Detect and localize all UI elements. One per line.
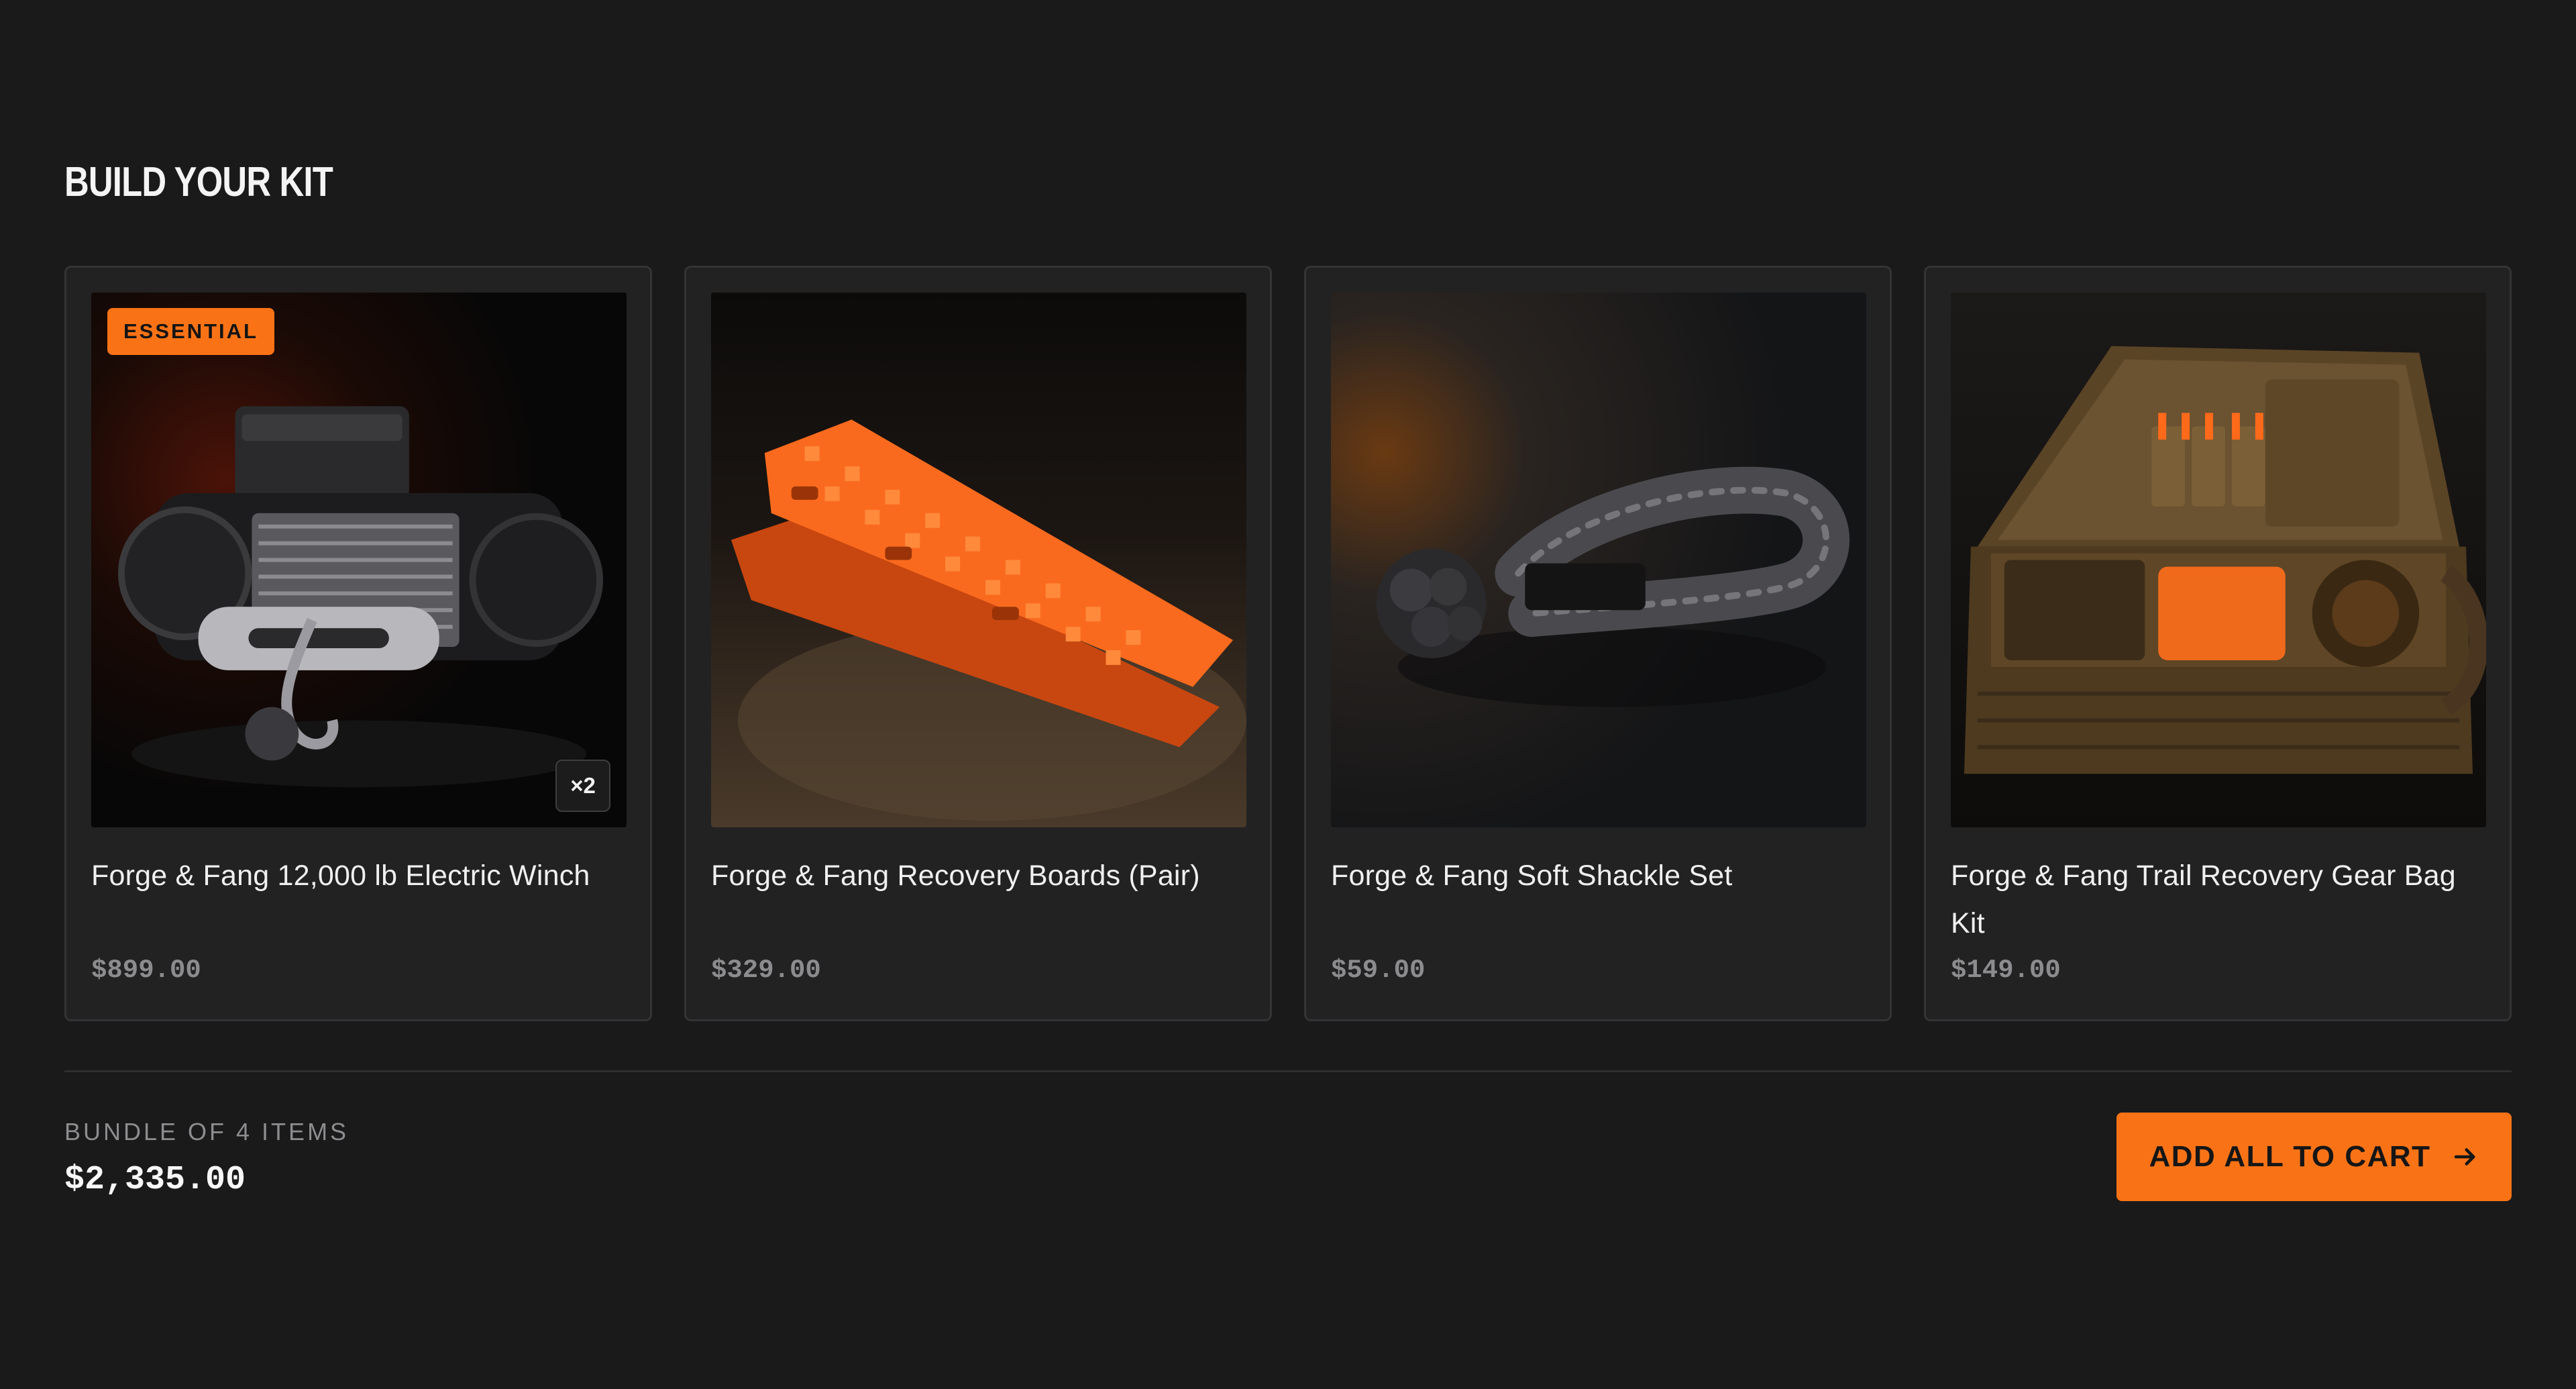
essential-badge: ESSENTIAL [107,308,274,355]
product-price: $899.00 [91,956,201,985]
recovery-boards-illustration [711,293,1246,827]
soft-shackle-image[interactable] [1331,293,1866,827]
arrow-right-icon [2451,1143,2479,1171]
bundle-label: BUNDLE OF 4 ITEMS [64,1118,350,1145]
divider [64,1070,2512,1072]
product-card-recovery-boards[interactable]: Forge & Fang Recovery Boards (Pair) $329… [684,266,1272,1021]
add-all-to-cart-button[interactable]: ADD ALL TO CART [2116,1113,2512,1201]
product-cards: ESSENTIAL ×2 Forge & Fang 12,000 lb Elec… [64,266,2512,1021]
build-your-kit-section: BUILD YOUR KIT ESSENTIAL ×2 Forge & Fang… [0,0,2576,1389]
soft-shackle-illustration [1331,293,1866,827]
product-title[interactable]: Forge & Fang Soft Shackle Set [1331,852,1868,900]
gear-bag-illustration [1951,293,2486,827]
product-card-gear-bag[interactable]: Forge & Fang Trail Recovery Gear Bag Kit… [1924,266,2512,1021]
product-price: $59.00 [1331,956,1426,985]
bundle-total-price: $2,335.00 [64,1161,246,1199]
product-title[interactable]: Forge & Fang Trail Recovery Gear Bag Kit [1951,852,2487,947]
product-title[interactable]: Forge & Fang Recovery Boards (Pair) [711,852,1248,900]
recovery-boards-image[interactable] [711,293,1246,827]
winch-illustration [91,293,627,827]
product-title[interactable]: Forge & Fang 12,000 lb Electric Winch [91,852,628,900]
quantity-badge: ×2 [555,760,610,812]
product-price: $149.00 [1951,956,2061,985]
gear-bag-image[interactable] [1951,293,2486,827]
product-card-winch[interactable]: ESSENTIAL ×2 Forge & Fang 12,000 lb Elec… [64,266,652,1021]
product-card-soft-shackle[interactable]: Forge & Fang Soft Shackle Set $59.00 [1304,266,1892,1021]
add-all-to-cart-label: ADD ALL TO CART [2149,1140,2431,1173]
product-price: $329.00 [711,956,821,985]
section-title: BUILD YOUR KIT [64,159,333,205]
winch-image[interactable]: ESSENTIAL ×2 [91,293,627,827]
